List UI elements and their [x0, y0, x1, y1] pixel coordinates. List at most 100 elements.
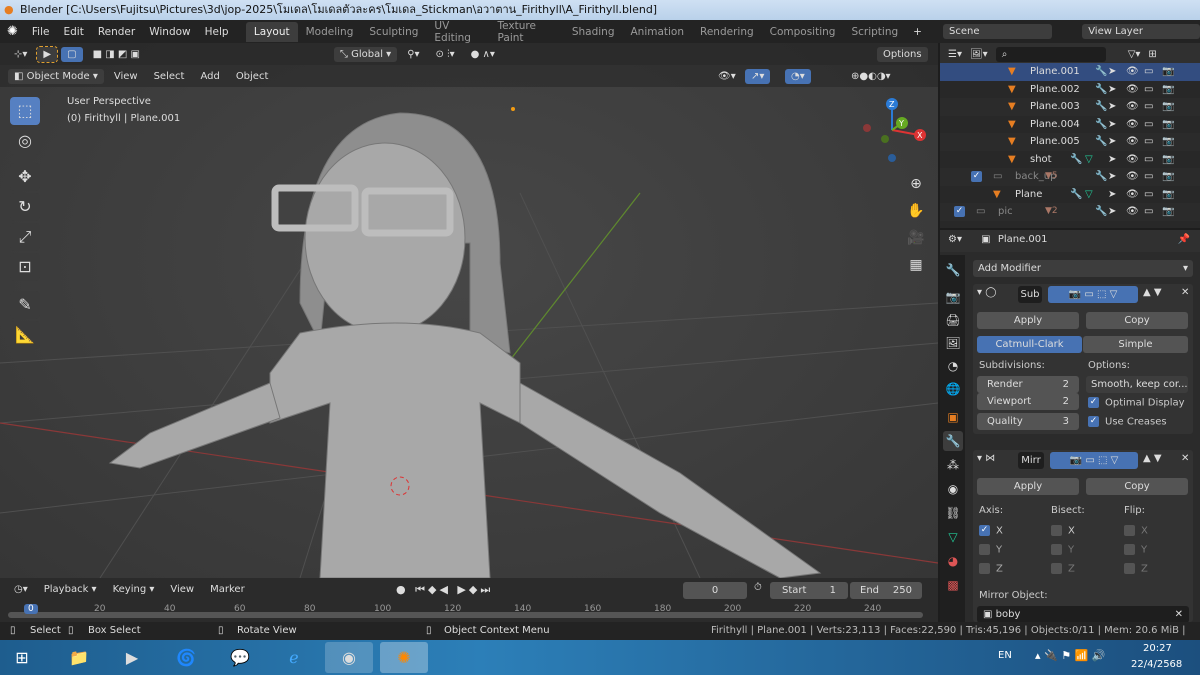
zoom-view-icon[interactable]: ⊕	[905, 171, 927, 198]
select-mode-icons[interactable]: ■ ◨ ◩ ▣	[87, 47, 146, 62]
media-player-icon[interactable]: ▶	[108, 642, 156, 673]
playback-controls[interactable]: ● ⏮◆◀ ▶◆⏭	[396, 583, 493, 597]
flip-x-checkbox[interactable]: X	[1124, 525, 1148, 537]
move-tool[interactable]: ✥	[10, 163, 40, 191]
bisect-z-checkbox[interactable]: Z	[1051, 563, 1075, 575]
editor-type-icon[interactable]: ⊹▾	[8, 47, 33, 62]
preview-range-icon[interactable]: ⏱	[754, 582, 762, 593]
mirror-object-field[interactable]: ▣ boby ✕	[977, 606, 1189, 623]
render-levels-field[interactable]: Render 2	[977, 376, 1079, 393]
tray-icons[interactable]: ▴ 🔌 ⚑ 📶 🔊	[1035, 649, 1105, 662]
shading-modes-icon[interactable]: ⊕●◐◑▾	[845, 69, 897, 84]
blender-taskbar-icon[interactable]: ✺	[380, 642, 428, 673]
quality-field[interactable]: Quality 3	[977, 413, 1079, 430]
visibility-toggle-icon[interactable]: 👁	[1126, 203, 1139, 221]
tab-modeling[interactable]: Modeling	[298, 22, 362, 42]
overlay-toggle-icon[interactable]: ◔▾	[785, 68, 811, 84]
catmull-clark-tab[interactable]: Catmull-Clark	[977, 336, 1082, 353]
visibility-toggle-icon[interactable]: 👁	[1126, 151, 1139, 169]
proportional-edit-icon[interactable]: ● ∧▾	[465, 47, 501, 62]
selectable-toggle-icon[interactable]: ➤	[1108, 186, 1116, 204]
visibility-toggle-icon[interactable]: 👁	[1126, 133, 1139, 151]
outliner-row[interactable]: ▼ Plane.004 🔧 ➤ 👁 ▭ 📷	[940, 116, 1200, 134]
view-layer-tab-icon[interactable]: 🖼	[943, 333, 963, 353]
tab-compositing[interactable]: Compositing	[762, 22, 844, 42]
file-explorer-icon[interactable]: 📁	[55, 642, 103, 673]
clock-time[interactable]: 20:27	[1143, 643, 1172, 654]
apply-button[interactable]: Apply	[977, 312, 1079, 329]
blender-menu-icon[interactable]: ✺	[0, 24, 25, 39]
output-tab-icon[interactable]: 🖨	[943, 310, 963, 330]
render-toggle-icon[interactable]: 📷	[1162, 203, 1174, 221]
gizmo-toggle-icon[interactable]: ↗▾	[745, 68, 771, 84]
menu-playback[interactable]: Playback ▾	[38, 582, 103, 597]
flip-y-checkbox[interactable]: Y	[1124, 544, 1147, 556]
move-up-down-icons[interactable]: ▲ ▼	[1143, 287, 1162, 298]
collapse-icon[interactable]: ▾ ◯	[977, 287, 996, 298]
outliner-row[interactable]: ▼ Plane.002 🔧 ➤ 👁 ▭ 📷	[940, 81, 1200, 99]
physics-tab-icon[interactable]: ◉	[943, 479, 963, 499]
viewport-toggle-icon[interactable]: ▭	[1144, 186, 1153, 204]
annotate-tool[interactable]: ✎	[10, 291, 40, 319]
pivot-icon[interactable]: ⚲▾	[401, 47, 425, 62]
viewport-toggle-icon[interactable]: ▭	[1144, 203, 1153, 221]
outliner-row[interactable]: ▼ Plane 🔧 ▽ ➤ 👁 ▭ 📷	[940, 186, 1200, 204]
copy-button[interactable]: Copy	[1086, 478, 1188, 495]
outliner-row[interactable]: ▼ Plane.003 🔧 ➤ 👁 ▭ 📷	[940, 98, 1200, 116]
viewport-toggle-icon[interactable]: ▭	[1144, 133, 1153, 151]
ortho-toggle-icon[interactable]: ▦	[905, 252, 927, 279]
tab-scripting[interactable]: Scripting	[843, 22, 906, 42]
remove-modifier-icon[interactable]: ✕	[1181, 287, 1189, 298]
visibility-icon[interactable]: 👁▾	[712, 69, 742, 84]
world-tab-icon[interactable]: 🌐	[943, 379, 963, 399]
outliner-item-name[interactable]: Plane	[1015, 186, 1042, 204]
scene-selector[interactable]: Scene	[942, 24, 1053, 39]
modifier-name-input[interactable]: Sub	[1018, 286, 1042, 303]
chrome-icon[interactable]: ◉	[325, 642, 373, 673]
material-tab-icon[interactable]: ◕	[943, 551, 963, 571]
menu-object[interactable]: Object	[230, 69, 275, 84]
menu-view[interactable]: View	[164, 582, 200, 597]
texture-tab-icon[interactable]: ▩	[943, 575, 963, 595]
collapse-icon[interactable]: ▾ ⋈	[977, 453, 995, 464]
transform-tool[interactable]: ⊡	[10, 253, 40, 281]
menu-help[interactable]: Help	[198, 26, 236, 38]
axis-z-checkbox[interactable]: Z	[979, 563, 1003, 575]
pin-icon[interactable]: 📌	[1178, 234, 1190, 245]
selectable-toggle-icon[interactable]: ➤	[1108, 116, 1116, 134]
render-toggle-icon[interactable]: 📷	[1162, 151, 1174, 169]
rotate-tool[interactable]: ↻	[10, 193, 40, 221]
editor-type-icon[interactable]: ◷▾	[8, 582, 34, 597]
measure-tool[interactable]: 📐	[10, 321, 40, 349]
tab-layout[interactable]: Layout	[245, 21, 298, 42]
current-frame-field[interactable]: 0	[683, 582, 747, 599]
language-indicator[interactable]: EN	[998, 650, 1012, 661]
render-tab-icon[interactable]: 📷	[943, 287, 963, 307]
selectable-toggle-icon[interactable]: ➤	[1108, 151, 1116, 169]
cursor-tool[interactable]: ◎	[10, 127, 40, 155]
bisect-y-checkbox[interactable]: Y	[1051, 544, 1074, 556]
viewport-toggle-icon[interactable]: ▭	[1144, 168, 1153, 186]
add-workspace-icon[interactable]: +	[906, 26, 929, 38]
render-toggle-icon[interactable]: 📷	[1162, 133, 1174, 151]
selectable-toggle-icon[interactable]: ➤	[1108, 168, 1116, 186]
add-modifier-dropdown[interactable]: Add Modifier ▾	[973, 260, 1193, 277]
end-frame-field[interactable]: End 250	[850, 582, 922, 599]
apply-button[interactable]: Apply	[977, 478, 1079, 495]
axis-y-checkbox[interactable]: Y	[979, 544, 1002, 556]
select-tool-icon[interactable]: ▶	[36, 45, 59, 63]
mode-dropdown[interactable]: ◧ Object Mode ▾	[8, 68, 104, 84]
optimal-display-checkbox[interactable]: ✓ Optimal Display	[1088, 397, 1185, 409]
remove-modifier-icon[interactable]: ✕	[1181, 453, 1189, 464]
filter-icon[interactable]: ▽▾	[1128, 49, 1141, 60]
outliner-row[interactable]: ▼ Plane.005 🔧 ➤ 👁 ▭ 📷	[940, 133, 1200, 151]
select-box-tool[interactable]: ⬚	[10, 97, 40, 125]
modifier-display-toggles[interactable]: 📷 ▭ ⬚ ▽	[1050, 452, 1138, 469]
outliner-item-name[interactable]: Plane.004	[1030, 116, 1080, 134]
filter-view-icon[interactable]: 🖼▾	[970, 49, 988, 60]
menu-select[interactable]: Select	[148, 69, 191, 84]
object-tab-icon[interactable]: ▣	[943, 407, 963, 427]
move-up-down-icons[interactable]: ▲ ▼	[1143, 453, 1162, 464]
start-button[interactable]: ⊞	[2, 642, 42, 673]
outliner-search-input[interactable]: ⌕	[995, 46, 1106, 62]
